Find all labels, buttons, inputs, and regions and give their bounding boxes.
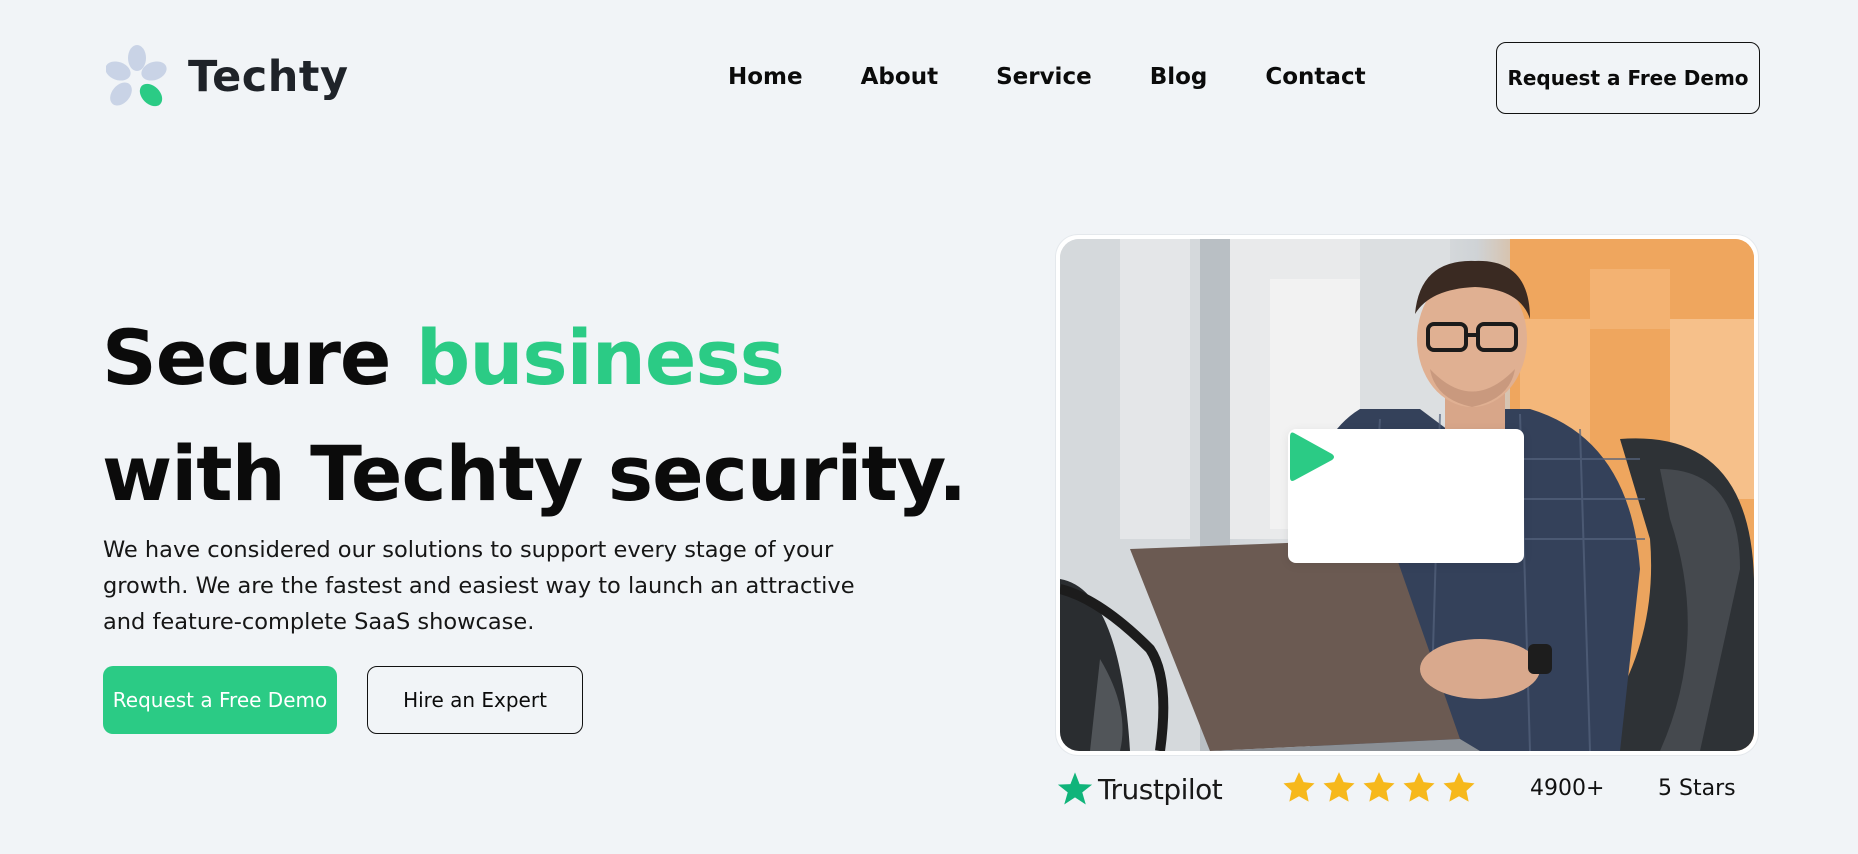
nav-item-contact[interactable]: Contact	[1265, 64, 1365, 90]
hero-title-line2: with Techty security.	[102, 429, 967, 518]
trustpilot-star-icon	[1057, 772, 1093, 805]
nav-item-blog[interactable]: Blog	[1150, 64, 1208, 90]
nav-item-home[interactable]: Home	[728, 64, 803, 90]
hero-title-accent: business	[415, 313, 785, 402]
nav-item-about[interactable]: About	[861, 64, 938, 90]
hero-description: We have considered our solutions to supp…	[103, 537, 855, 635]
main-nav: Home About Service Blog Contact	[728, 64, 1366, 90]
review-count: 4900+	[1530, 776, 1605, 801]
star-icon	[1443, 772, 1475, 802]
star-icon	[1323, 772, 1355, 802]
star-icon	[1283, 772, 1315, 802]
hire-expert-button[interactable]: Hire an Expert	[367, 666, 583, 734]
trustpilot-logo[interactable]: Trustpilot	[1056, 770, 1223, 808]
header-request-demo-button[interactable]: Request a Free Demo	[1496, 42, 1760, 114]
star-icon	[1403, 772, 1435, 802]
trust-bar: Trustpilot 4900+ 5 Stars	[1056, 768, 1756, 814]
star-icon	[1363, 772, 1395, 802]
site-header: Techty Home About Service Blog Contact R…	[0, 0, 1858, 160]
hero-title: Secure business with Techty security.	[102, 300, 967, 532]
hero-photo	[1060, 239, 1754, 751]
brand-name: Techty	[188, 52, 349, 102]
brand-logo[interactable]: Techty	[105, 44, 349, 112]
request-demo-button[interactable]: Request a Free Demo	[103, 666, 337, 734]
video-play-button[interactable]	[1288, 429, 1524, 563]
flower-petals-icon	[105, 44, 168, 112]
play-icon	[1290, 432, 1334, 481]
hero-video-frame	[1056, 235, 1758, 755]
nav-item-service[interactable]: Service	[996, 64, 1092, 90]
rating-stars	[1280, 768, 1478, 808]
rating-label: 5 Stars	[1658, 776, 1736, 801]
trustpilot-name: Trustpilot	[1098, 772, 1223, 806]
hero-title-part1: Secure	[102, 313, 416, 402]
